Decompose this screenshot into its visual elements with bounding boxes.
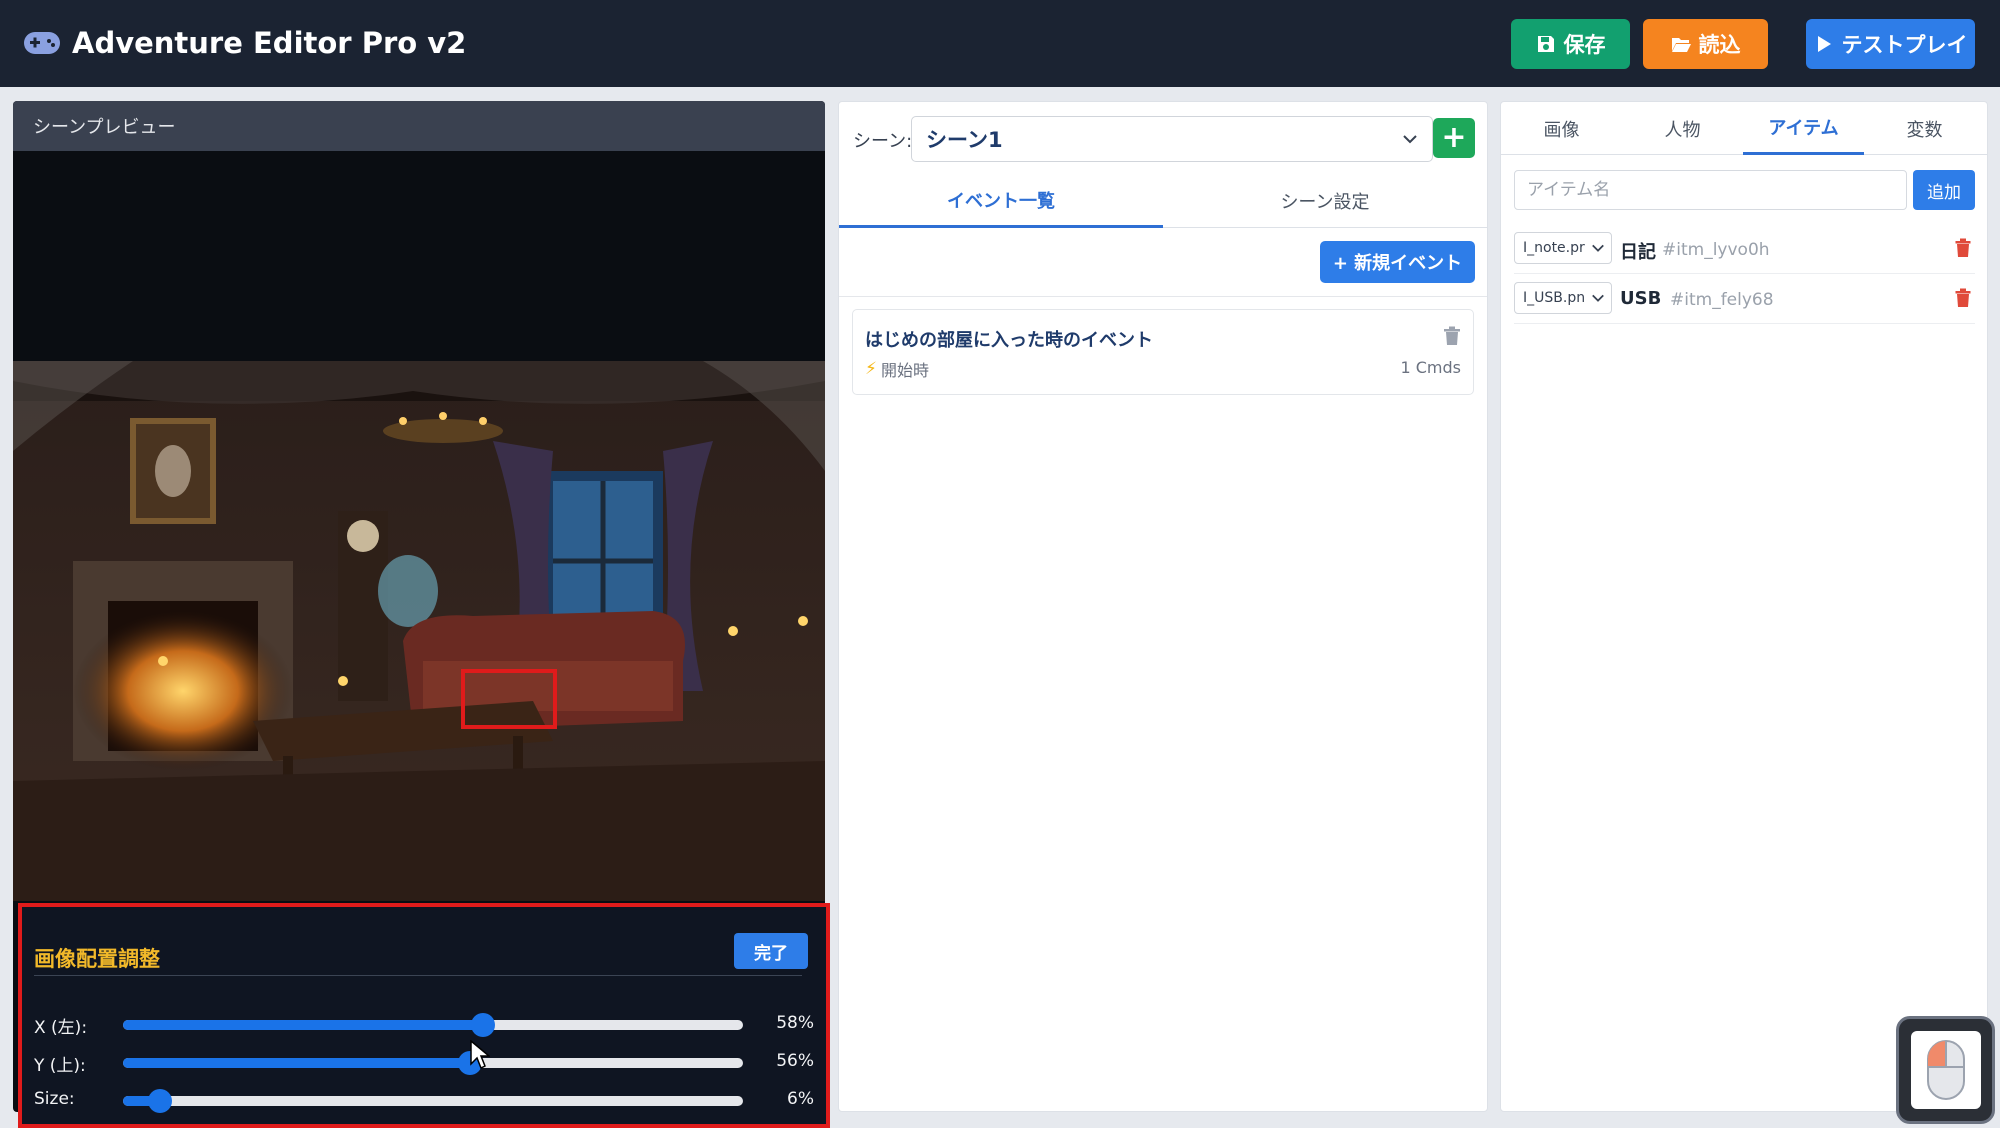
placed-item-highlight[interactable] bbox=[461, 669, 557, 729]
item-id: #itm_lyvo0h bbox=[1662, 240, 1770, 260]
y-slider-label: Y (上): bbox=[34, 1056, 86, 1076]
size-slider[interactable] bbox=[123, 1089, 743, 1113]
item-name: 日記 bbox=[1620, 242, 1656, 263]
save-label: 保存 bbox=[1563, 33, 1606, 57]
tab-scene-settings[interactable]: シーン設定 bbox=[1163, 174, 1487, 228]
x-slider-row: X (左): 58% bbox=[34, 1009, 814, 1039]
event-card[interactable]: はじめの部屋に入った時のイベント ⚡ 開始時 1 Cmds bbox=[852, 309, 1474, 395]
tab-characters[interactable]: 人物 bbox=[1622, 102, 1743, 155]
item-image-select[interactable]: I_USB.pn bbox=[1514, 282, 1612, 314]
item-image-value: I_note.pr bbox=[1523, 240, 1585, 256]
trash-icon[interactable] bbox=[1955, 288, 1971, 308]
add-scene-button[interactable]: + bbox=[1433, 118, 1475, 158]
event-command-count: 1 Cmds bbox=[1400, 358, 1461, 377]
item-image-value: I_USB.pn bbox=[1523, 290, 1586, 306]
trash-icon[interactable] bbox=[1955, 238, 1971, 258]
add-item-button[interactable]: 追加 bbox=[1913, 170, 1975, 210]
divider bbox=[839, 296, 1487, 297]
list-item: I_note.pr 日記 #itm_lyvo0h bbox=[1514, 224, 1975, 274]
y-slider[interactable] bbox=[123, 1051, 743, 1075]
list-item: I_USB.pn USB #itm_fely68 bbox=[1514, 274, 1975, 324]
preview-header: シーンプレビュー bbox=[13, 101, 825, 151]
item-name: USB bbox=[1620, 288, 1662, 309]
save-button[interactable]: 保存 bbox=[1511, 19, 1630, 69]
load-button[interactable]: 読込 bbox=[1643, 19, 1768, 69]
x-slider-fill bbox=[123, 1020, 483, 1030]
event-tabs: イベント一覧 シーン設定 bbox=[839, 174, 1487, 228]
asset-tabs: 画像 人物 アイテム 変数 bbox=[1501, 102, 1987, 155]
x-slider-value: 58% bbox=[776, 1013, 814, 1033]
item-id: #itm_fely68 bbox=[1670, 290, 1774, 310]
chevron-down-icon bbox=[1592, 294, 1604, 302]
event-trigger: ⚡ 開始時 bbox=[865, 357, 929, 381]
adjust-title: 画像配置調整 bbox=[34, 947, 160, 971]
x-slider-thumb[interactable] bbox=[470, 1013, 495, 1037]
x-slider-label: X (左): bbox=[34, 1018, 88, 1038]
divider bbox=[34, 975, 802, 976]
scene-select-value: シーン1 bbox=[926, 128, 1003, 152]
y-slider-fill bbox=[123, 1058, 471, 1068]
gamepad-icon bbox=[24, 32, 60, 54]
new-event-button[interactable]: + 新規イベント bbox=[1320, 241, 1475, 283]
lightning-icon: ⚡ bbox=[865, 359, 877, 379]
mouse-pointer-icon bbox=[470, 1040, 490, 1070]
scene-events-panel: シーン: シーン1 + イベント一覧 シーン設定 + 新規イベント はじめの部屋… bbox=[838, 101, 1488, 1112]
size-slider-thumb[interactable] bbox=[148, 1089, 173, 1113]
tab-variables[interactable]: 変数 bbox=[1864, 102, 1985, 155]
tab-event-list[interactable]: イベント一覧 bbox=[839, 174, 1163, 228]
event-title: はじめの部屋に入った時のイベント bbox=[865, 330, 1153, 351]
folder-open-icon bbox=[1671, 38, 1691, 52]
size-slider-value: 6% bbox=[787, 1089, 814, 1109]
size-slider-label: Size: bbox=[34, 1089, 75, 1109]
item-name-input[interactable] bbox=[1514, 170, 1907, 210]
tab-images[interactable]: 画像 bbox=[1501, 102, 1622, 155]
scene-select[interactable]: シーン1 bbox=[911, 116, 1433, 162]
item-image-select[interactable]: I_note.pr bbox=[1514, 232, 1612, 264]
y-slider-value: 56% bbox=[776, 1051, 814, 1071]
trash-icon[interactable] bbox=[1443, 326, 1461, 346]
y-slider-row: Y (上): 56% bbox=[34, 1047, 814, 1077]
image-placement-panel: 画像配置調整 完了 X (左): 58% Y (上): 56% Size: 6% bbox=[18, 903, 830, 1128]
floppy-disk-icon bbox=[1537, 36, 1554, 52]
mouse-indicator-widget bbox=[1896, 1016, 1995, 1124]
size-slider-row: Size: 6% bbox=[34, 1085, 814, 1115]
test-play-label: テストプレイ bbox=[1841, 33, 1968, 57]
mouse-icon bbox=[1927, 1040, 1965, 1100]
x-slider[interactable] bbox=[123, 1013, 743, 1037]
scene-background-image bbox=[13, 361, 825, 901]
top-bar: Adventure Editor Pro v2 保存 読込 テストプレイ bbox=[0, 0, 2000, 87]
mouse-indicator-inner bbox=[1911, 1031, 1981, 1109]
event-trigger-label: 開始時 bbox=[880, 361, 929, 380]
app-title: Adventure Editor Pro v2 bbox=[72, 26, 467, 60]
scene-label: シーン: bbox=[853, 131, 913, 152]
tab-items[interactable]: アイテム bbox=[1743, 102, 1864, 155]
play-icon bbox=[1817, 36, 1831, 52]
done-button[interactable]: 完了 bbox=[734, 933, 808, 969]
chevron-down-icon bbox=[1592, 244, 1604, 252]
test-play-button[interactable]: テストプレイ bbox=[1806, 19, 1975, 69]
chevron-down-icon bbox=[1403, 135, 1417, 144]
asset-panel: 画像 人物 アイテム 変数 追加 I_note.pr 日記 #itm_lyvo0… bbox=[1500, 101, 1988, 1112]
load-label: 読込 bbox=[1698, 33, 1741, 57]
